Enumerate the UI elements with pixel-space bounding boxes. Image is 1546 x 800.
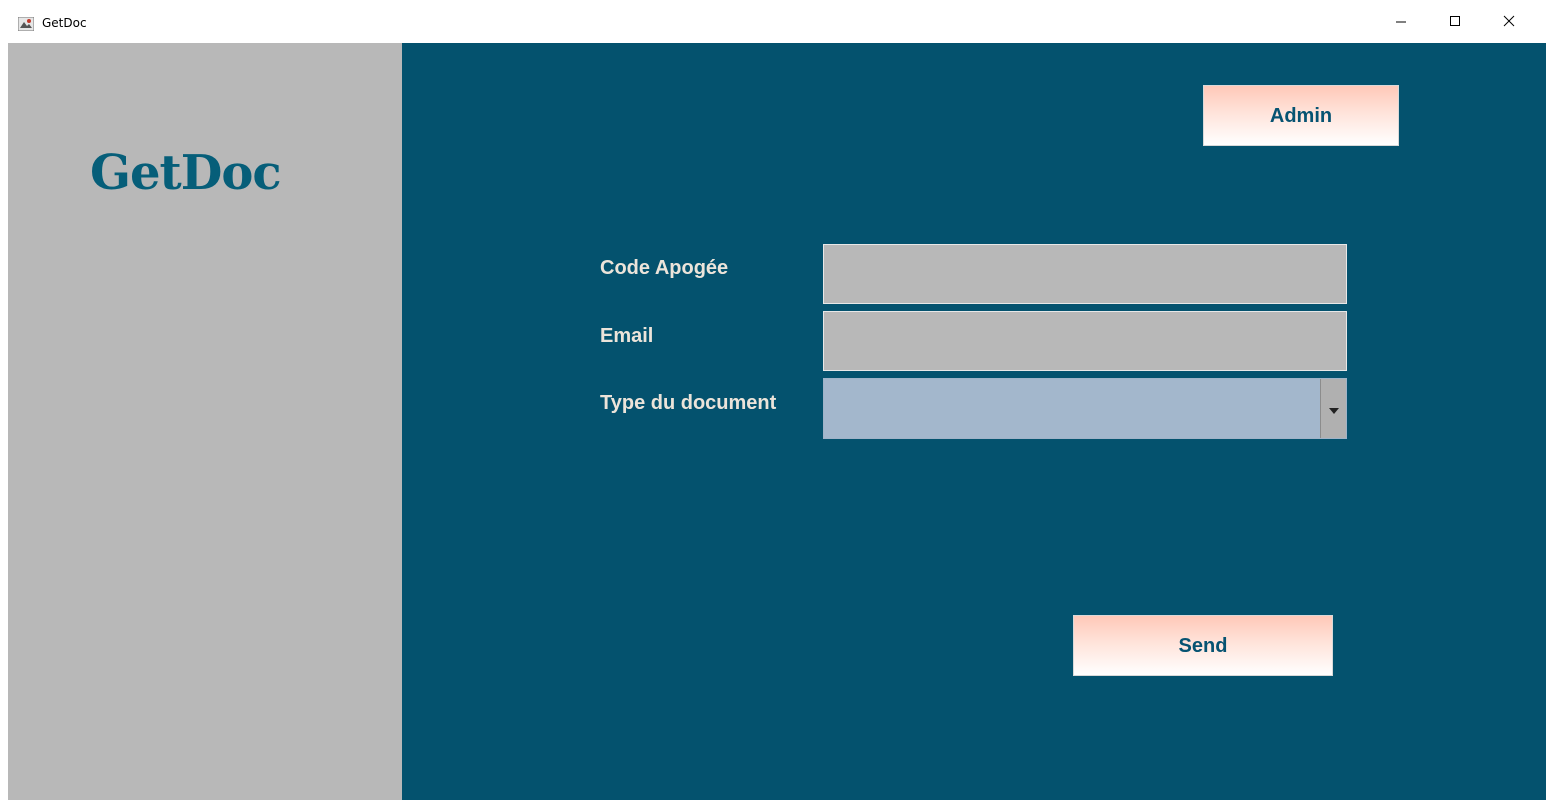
- document-type-label: Type du document: [600, 392, 777, 414]
- minimize-icon: [1395, 12, 1407, 31]
- maximize-icon: [1449, 12, 1461, 31]
- close-icon: [1503, 12, 1515, 31]
- code-apogee-label: Code Apogée: [600, 257, 729, 279]
- email-label: Email: [600, 325, 654, 347]
- close-button[interactable]: [1486, 0, 1532, 43]
- email-field[interactable]: [823, 311, 1347, 371]
- main-panel: Admin Code Apogée Email Type du document…: [402, 43, 1546, 800]
- maximize-button[interactable]: [1432, 0, 1478, 43]
- chevron-down-icon: [1328, 399, 1339, 418]
- admin-button[interactable]: Admin: [1203, 85, 1399, 146]
- app-logo: GetDoc: [90, 145, 282, 201]
- minimize-button[interactable]: [1378, 0, 1424, 43]
- code-apogee-field[interactable]: [823, 244, 1347, 304]
- title-bar[interactable]: GetDoc: [8, 0, 1546, 43]
- app-window: GetDoc GetDoc Admin Code Apogée Email Ty…: [8, 0, 1546, 800]
- sidebar-panel: GetDoc: [8, 43, 402, 800]
- send-button[interactable]: Send: [1073, 615, 1333, 676]
- document-type-select[interactable]: [823, 378, 1347, 439]
- java-app-icon: [17, 16, 35, 32]
- window-title: GetDoc: [42, 16, 87, 30]
- dropdown-arrow-button[interactable]: [1320, 379, 1346, 438]
